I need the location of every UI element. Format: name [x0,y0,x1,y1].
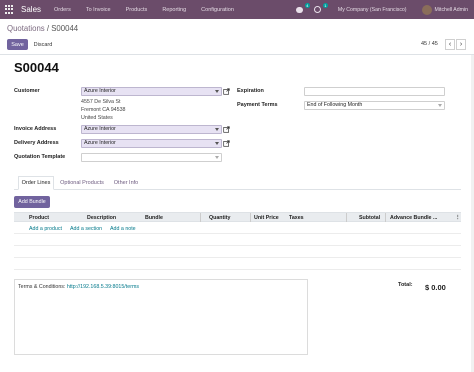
control-panel: Quotations / S00044 Save Discard 45 / 45… [0,19,474,55]
pager-next-button[interactable]: › [456,39,466,50]
column-bundle[interactable]: Bundle [145,215,163,221]
column-divider[interactable] [346,213,347,222]
breadcrumb-current: S00044 [51,24,79,33]
top-navbar: Sales Orders To Invoice Products Reporti… [0,0,474,19]
caret-down-icon[interactable] [215,142,219,145]
column-taxes[interactable]: Taxes [289,215,304,221]
delivery-address-label: Delivery Address [14,140,59,146]
messages-badge: 4 [304,3,310,8]
app-brand[interactable]: Sales [21,5,41,14]
column-product[interactable]: Product [29,215,49,221]
chevron-left-icon: ‹ [448,41,452,48]
apps-menu-icon[interactable] [5,5,14,14]
table-row [14,257,461,258]
menu-orders[interactable]: Orders [54,7,71,13]
total-label: Total: [398,282,413,288]
customer-value: Azure Interior [84,88,116,94]
terms-and-conditions-field[interactable]: Terms & Conditions: http://192.168.5.39:… [14,279,308,355]
table-row [14,245,461,246]
customer-field[interactable]: Azure Interior [81,87,222,96]
menu-configuration[interactable]: Configuration [201,7,234,13]
tab-other-info[interactable]: Other Info [110,176,142,190]
invoice-address-field[interactable]: Azure Interior [81,125,222,134]
breadcrumb-quotations[interactable]: Quotations [7,24,45,33]
column-options-icon[interactable]: ⋮ [455,215,460,221]
caret-down-icon[interactable] [215,128,219,131]
column-unit-price[interactable]: Unit Price [254,215,279,221]
menu-products[interactable]: Products [126,7,148,13]
terms-link[interactable]: http://192.168.5.39:8015/terms [67,284,139,290]
column-divider[interactable] [200,213,201,222]
payment-terms-label: Payment Terms [237,102,278,108]
messages-icon[interactable]: 4 [295,3,310,14]
pager-prev-button[interactable]: ‹ [445,39,455,50]
menu-reporting[interactable]: Reporting [162,7,186,13]
save-button[interactable]: Save [7,39,28,50]
activities-badge: 1 [322,3,328,8]
chevron-right-icon: › [459,41,463,48]
invoice-address-label: Invoice Address [14,126,57,132]
invoice-address-value: Azure Interior [84,126,116,132]
notebook-tabs: Order Lines Optional Products Other Info [14,176,461,190]
external-link-icon[interactable] [223,126,230,133]
user-menu[interactable]: Mitchell Admin [435,7,468,13]
delivery-address-field[interactable]: Azure Interior [81,139,222,148]
column-advance-bundle[interactable]: Advance Bundle ... [390,215,437,221]
caret-down-icon[interactable] [215,156,219,159]
expiration-label: Expiration [237,88,264,94]
activities-clock-icon[interactable]: 1 [313,3,328,14]
breadcrumb: Quotations / S00044 [7,24,78,33]
payment-terms-field[interactable]: End of Following Month [304,101,445,110]
add-bundle-button[interactable]: Add Bundle [14,196,50,208]
order-name: S00044 [14,60,59,75]
terms-prefix: Terms & Conditions: [18,284,67,290]
address-line-street: 4557 De Silva St [81,99,121,105]
column-divider[interactable] [250,213,251,222]
quotation-template-field[interactable] [81,153,222,162]
table-row [14,269,461,270]
payment-terms-value: End of Following Month [307,102,363,108]
user-avatar[interactable] [421,4,432,15]
pager-value[interactable]: 45 / 45 [421,41,438,47]
quotation-template-label: Quotation Template [14,154,66,160]
external-link-icon[interactable] [223,140,230,147]
order-lines-table-header: Product Description Bundle Quantity Unit… [14,212,461,222]
form-sheet: S00044 Customer Azure Interior 4557 De S… [0,55,474,372]
column-subtotal[interactable]: Subtotal [359,215,380,221]
breadcrumb-separator: / [46,24,50,33]
discard-button[interactable]: Discard [30,39,56,50]
customer-label: Customer [14,88,40,94]
external-link-icon[interactable] [223,88,230,95]
tab-optional-products[interactable]: Optional Products [56,176,108,190]
total-value: $ 0.00 [425,283,446,292]
column-divider[interactable] [385,213,386,222]
expiration-date-field[interactable] [304,87,445,96]
menu-to-invoice[interactable]: To Invoice [86,7,111,13]
delivery-address-value: Azure Interior [84,140,116,146]
caret-down-icon[interactable] [215,90,219,93]
add-product-link[interactable]: Add a product [29,226,62,232]
caret-down-icon[interactable] [438,104,442,107]
add-section-link[interactable]: Add a section [70,226,102,232]
table-row [14,233,461,234]
address-line-country: United States [81,115,113,121]
address-line-city: Fremont CA 94538 [81,107,126,113]
tab-order-lines[interactable]: Order Lines [18,176,54,190]
column-description[interactable]: Description [87,215,116,221]
column-quantity[interactable]: Quantity [209,215,230,221]
company-switcher[interactable]: My Company (San Francisco) [338,7,407,13]
add-note-link[interactable]: Add a note [110,226,136,232]
